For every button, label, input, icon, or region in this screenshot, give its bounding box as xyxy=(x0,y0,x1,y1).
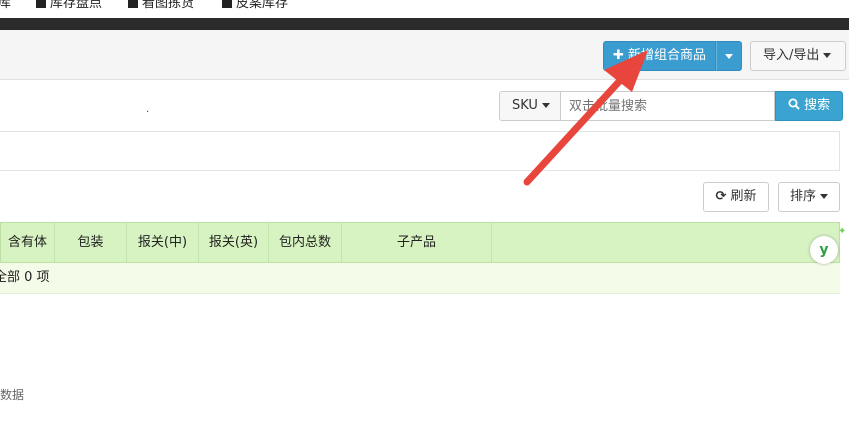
search-input[interactable] xyxy=(561,91,775,121)
document-icon xyxy=(222,0,232,8)
top-nav-item-picking[interactable]: 看图拣货 xyxy=(128,0,194,11)
column-header[interactable]: 含有体 xyxy=(1,223,55,262)
column-header[interactable]: 子产品 xyxy=(342,223,492,262)
refresh-button[interactable]: ⟳ 刷新 xyxy=(703,182,769,212)
plus-icon: ✚ xyxy=(612,48,624,63)
chevron-down-icon xyxy=(725,54,733,59)
column-header[interactable]: 报关(英) xyxy=(199,223,269,262)
sort-label: 排序 xyxy=(789,189,816,204)
search-button[interactable]: 搜索 xyxy=(775,91,843,121)
toolbar: ✚ 新增组合商品 导入/导出 xyxy=(0,30,849,80)
sparkle-icon: ✦ xyxy=(838,226,847,237)
top-nav-item-inventory-check[interactable]: 库存盘点 xyxy=(36,0,102,11)
import-export-label: 导入/导出 xyxy=(763,48,820,63)
search-field-selector[interactable]: SKU xyxy=(499,91,561,121)
empty-state-text: 数据 xyxy=(0,388,25,402)
new-combo-product-button[interactable]: ✚ 新增组合商品 xyxy=(603,41,716,71)
filter-panel xyxy=(0,131,840,171)
table-header: 含有体 包装 报关(中) 报关(英) 包内总数 子产品 xyxy=(0,222,840,263)
decorative-dot: . xyxy=(146,104,150,115)
column-header[interactable]: 报关(中) xyxy=(127,223,199,262)
top-nav-label: 看图拣货 xyxy=(142,0,195,11)
table-summary-row: 全部 0 项 xyxy=(0,263,840,294)
search-bar: . SKU 搜索 xyxy=(0,80,849,130)
column-header[interactable]: 包装 xyxy=(55,223,127,262)
refresh-label: 刷新 xyxy=(730,189,757,204)
search-field-label: SKU xyxy=(512,98,538,113)
sort-button[interactable]: 排序 xyxy=(778,182,840,212)
document-icon xyxy=(36,0,46,8)
chevron-down-icon xyxy=(820,194,828,199)
top-nav-item-stock[interactable]: 皮案库存 xyxy=(222,0,288,11)
import-export-button[interactable]: 导入/导出 xyxy=(750,41,846,71)
new-combo-dropdown-toggle[interactable] xyxy=(716,41,742,71)
chevron-down-icon xyxy=(541,103,550,108)
column-header[interactable]: 包内总数 xyxy=(269,223,342,262)
top-nav-label: 皮案库存 xyxy=(236,0,289,11)
search-button-label: 搜索 xyxy=(804,98,831,113)
chevron-down-icon xyxy=(823,53,832,58)
top-nav: 库 库存盘点 看图拣货 皮案库存 xyxy=(0,0,849,18)
header-divider xyxy=(0,18,849,30)
top-nav-label: 库存盘点 xyxy=(50,0,103,11)
plus-icon xyxy=(128,0,138,8)
summary-text: 全部 0 项 xyxy=(0,270,50,285)
top-nav-partial[interactable]: 库 xyxy=(0,0,11,11)
new-combo-product-label: 新增组合商品 xyxy=(628,48,707,63)
assistant-badge-icon[interactable]: y xyxy=(810,236,838,264)
refresh-icon: ⟳ xyxy=(715,189,727,204)
search-icon xyxy=(788,98,804,113)
